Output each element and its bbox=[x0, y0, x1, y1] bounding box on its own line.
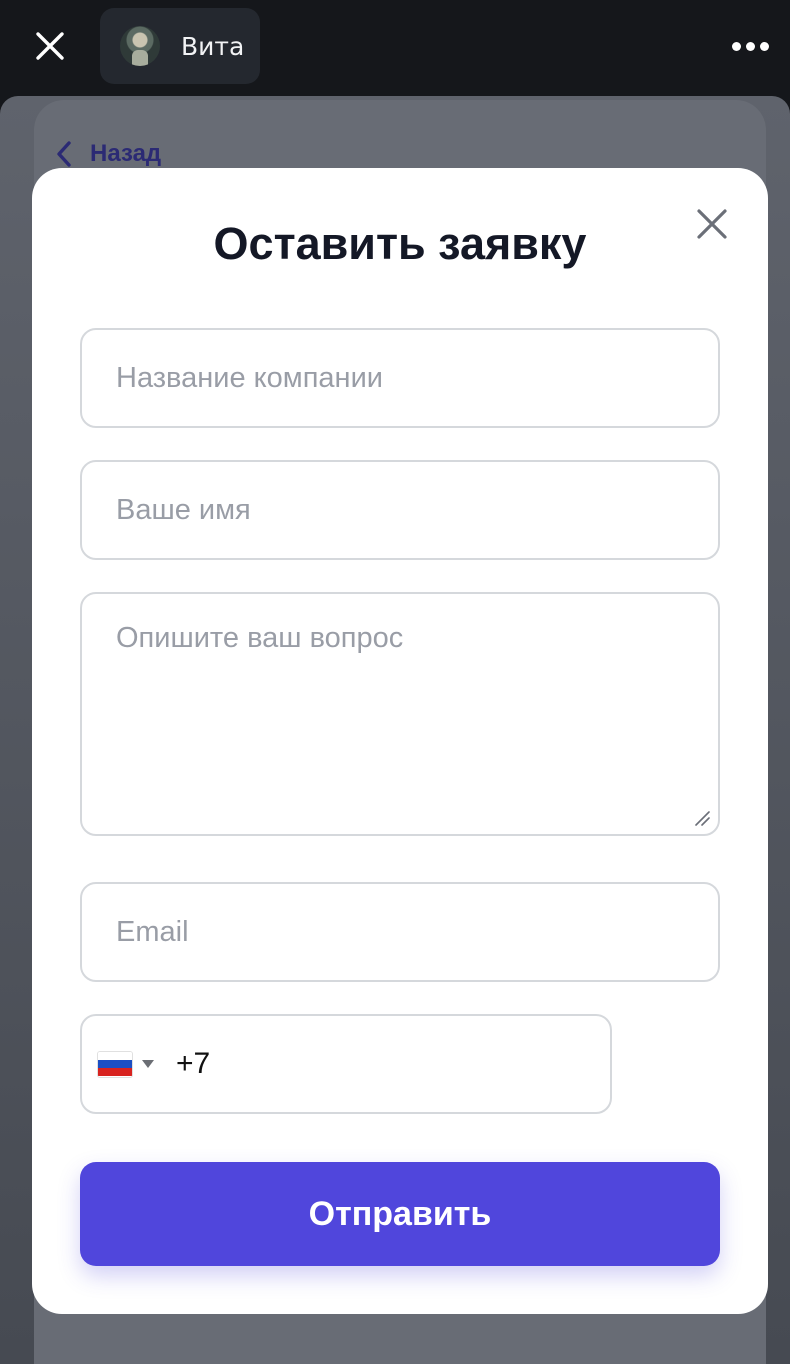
email-input[interactable]: Email bbox=[80, 882, 720, 982]
back-link[interactable]: Назад bbox=[56, 140, 161, 168]
country-code-select[interactable] bbox=[98, 1051, 154, 1077]
chevron-left-icon bbox=[57, 141, 71, 167]
close-chat-button[interactable] bbox=[26, 26, 74, 66]
more-dots-icon bbox=[731, 41, 741, 51]
close-icon bbox=[36, 32, 64, 60]
resize-grip-icon[interactable] bbox=[694, 810, 710, 826]
more-dot bbox=[759, 41, 769, 51]
more-options-button[interactable] bbox=[728, 32, 772, 60]
profile-name: Вита bbox=[181, 31, 245, 61]
phone-input[interactable]: +7 bbox=[80, 1014, 612, 1114]
your-name-placeholder: Ваше имя bbox=[116, 494, 251, 526]
modal-title: Оставить заявку bbox=[213, 218, 587, 269]
caret-down-icon bbox=[142, 1060, 154, 1068]
back-label: Назад bbox=[90, 140, 162, 167]
question-textarea[interactable]: Опишите ваш вопрос bbox=[80, 592, 720, 836]
top-bar: Вита bbox=[0, 0, 790, 96]
company-name-placeholder: Название компании bbox=[116, 362, 383, 394]
submit-button[interactable]: Отправить bbox=[80, 1162, 720, 1266]
more-dot bbox=[745, 41, 755, 51]
avatar bbox=[120, 26, 160, 66]
your-name-input[interactable]: Ваше имя bbox=[80, 460, 720, 560]
flag-ru-icon bbox=[98, 1051, 132, 1077]
profile-chip[interactable]: Вита bbox=[100, 8, 260, 84]
email-placeholder: Email bbox=[116, 916, 189, 948]
company-name-input[interactable]: Название компании bbox=[80, 328, 720, 428]
question-placeholder: Опишите ваш вопрос bbox=[116, 622, 404, 654]
phone-code: +7 bbox=[176, 1047, 211, 1080]
